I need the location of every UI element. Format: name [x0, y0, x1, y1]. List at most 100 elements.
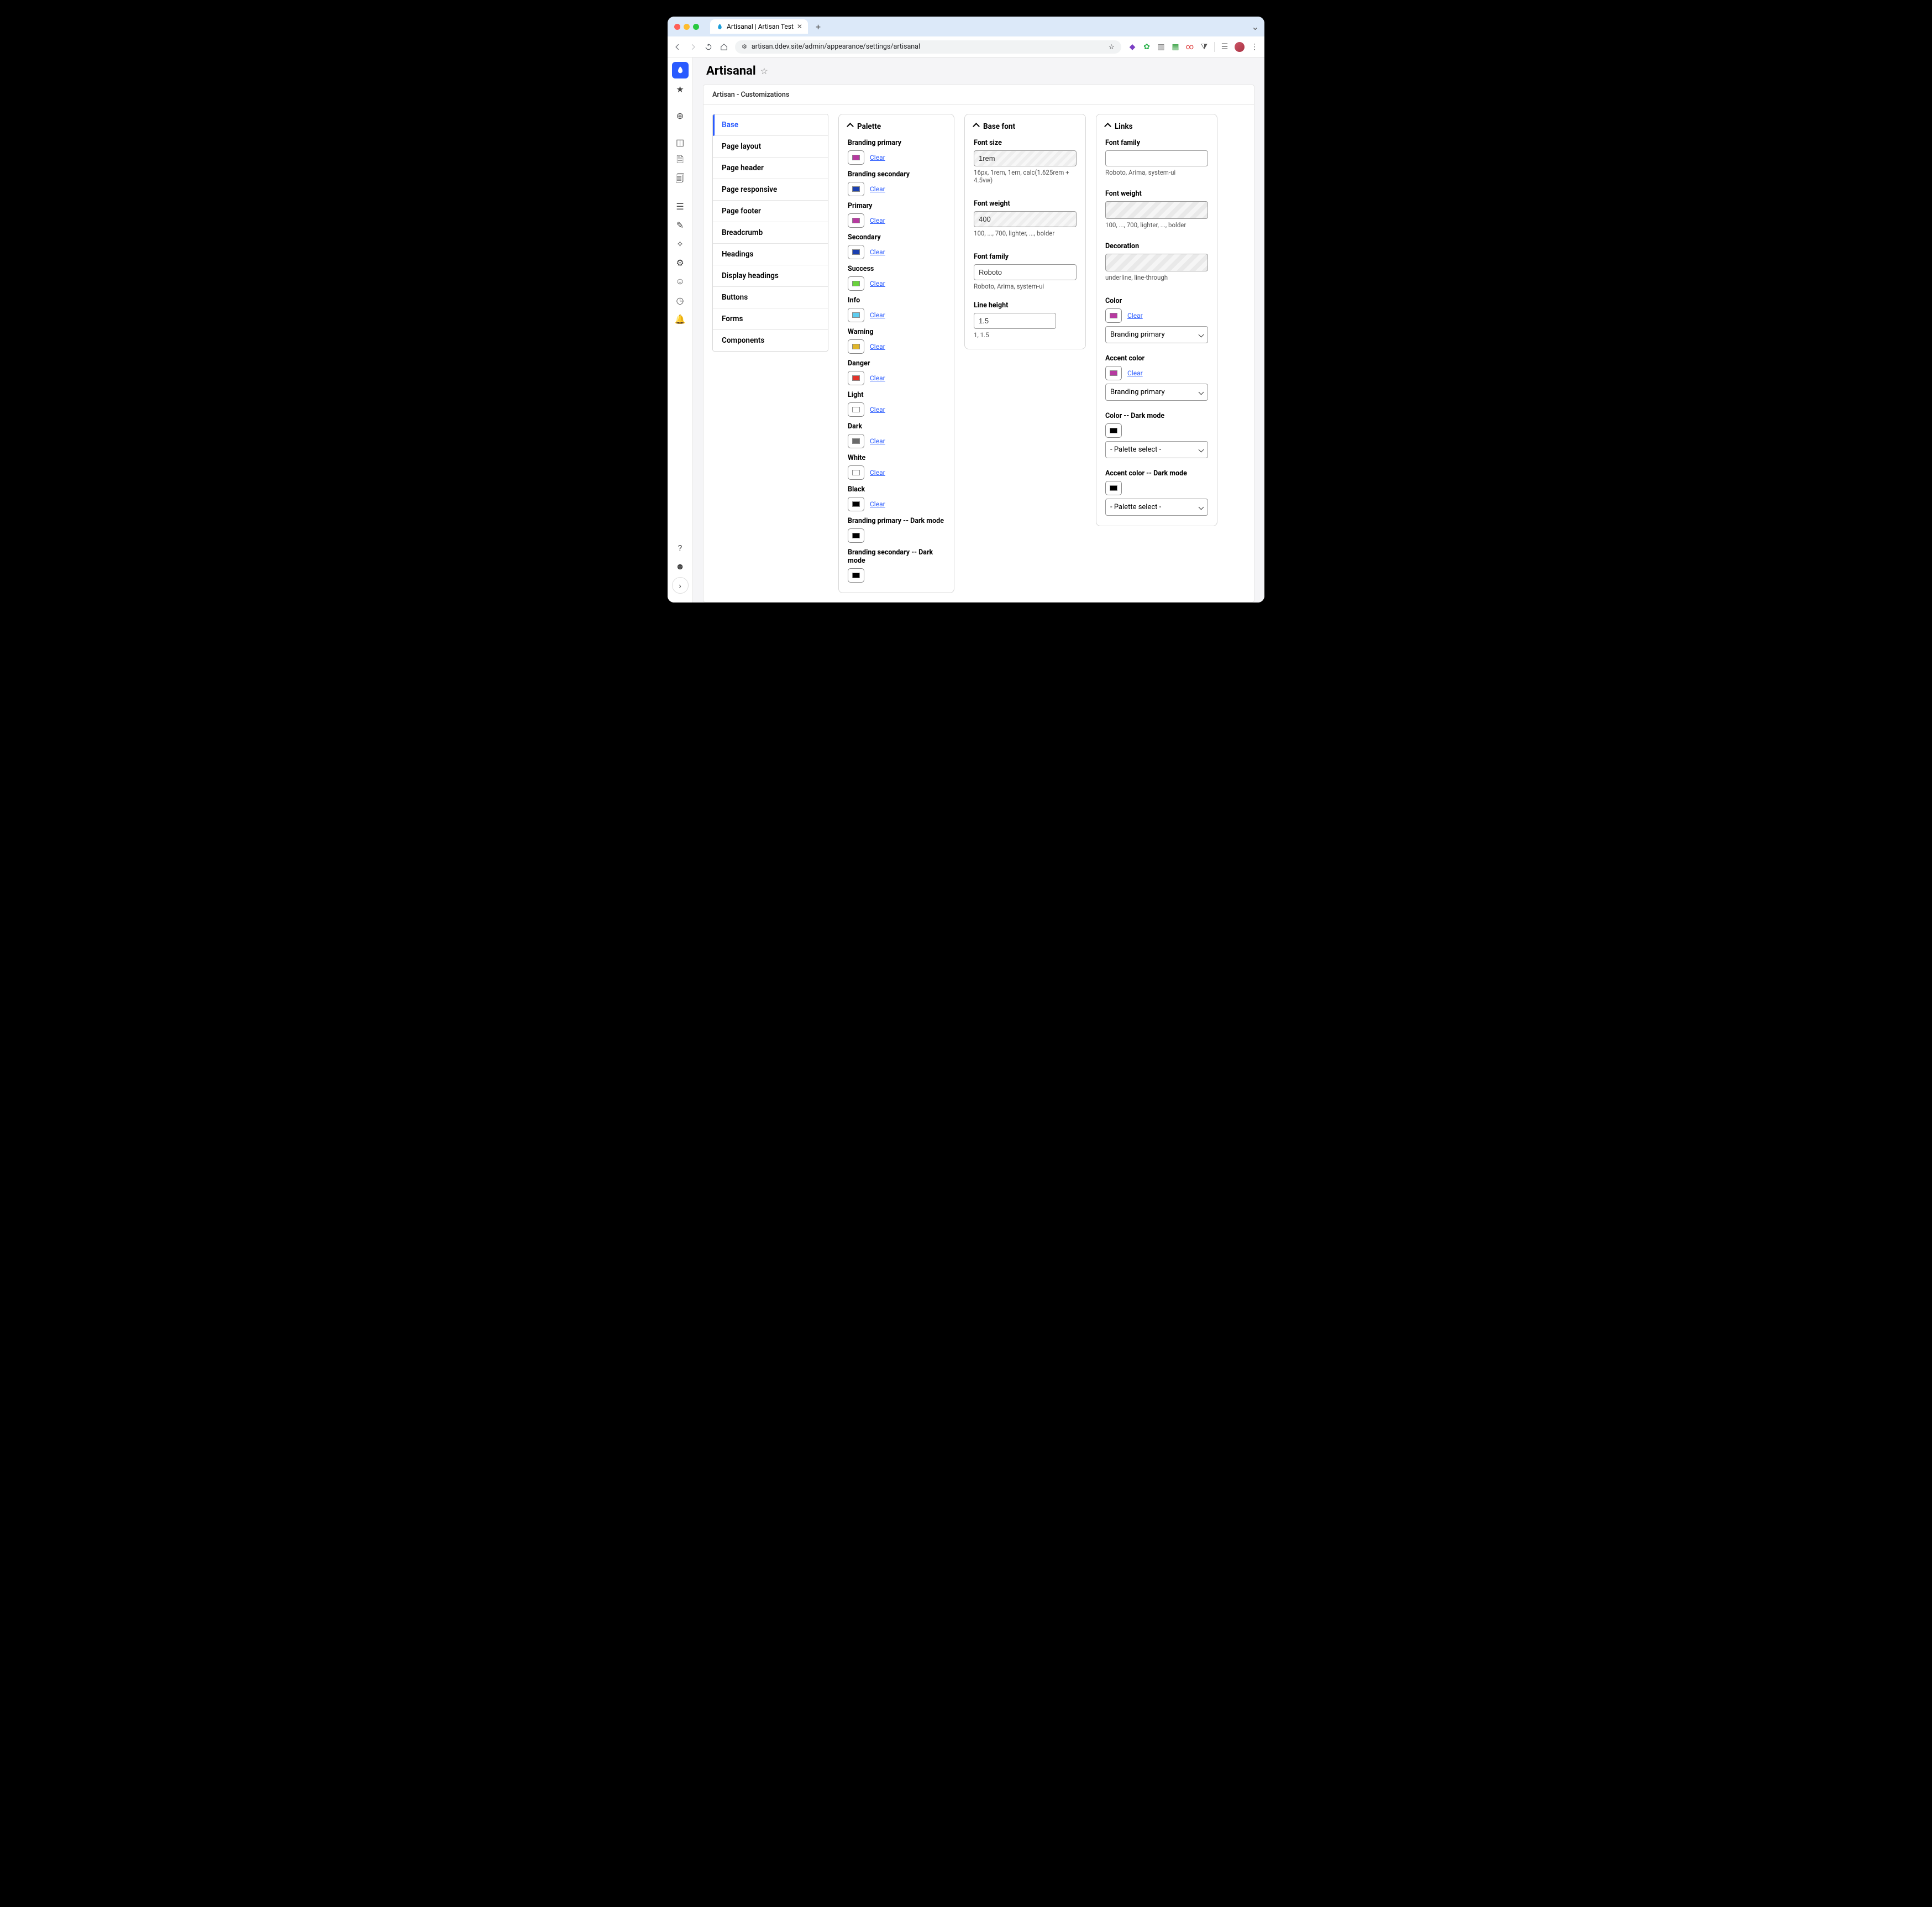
palette-swatch[interactable]: [848, 245, 864, 259]
vtab-components[interactable]: Components: [713, 330, 828, 351]
palette-swatch[interactable]: [848, 308, 864, 322]
palette-swatch[interactable]: [848, 528, 864, 543]
clear-link[interactable]: Clear: [870, 469, 885, 476]
rail-bell-icon[interactable]: 🔔: [672, 311, 689, 327]
clear-link[interactable]: Clear: [870, 437, 885, 445]
palette-swatch[interactable]: [848, 371, 864, 385]
clear-link[interactable]: Clear: [870, 280, 885, 287]
palette-swatch[interactable]: [848, 339, 864, 354]
font-family-label: Font family: [974, 253, 1077, 261]
palette-swatch[interactable]: [848, 568, 864, 583]
links-color-swatch[interactable]: [1105, 308, 1122, 323]
links-accent-dark-swatch[interactable]: [1105, 481, 1122, 495]
address-bar[interactable]: ⚙ artisan.ddev.site/admin/appearance/set…: [735, 40, 1121, 54]
browser-tab[interactable]: Artisanal | Artisan Test ✕: [710, 19, 808, 34]
rail-layers-icon[interactable]: ☰: [672, 198, 689, 214]
vtab-page-footer[interactable]: Page footer: [713, 201, 828, 222]
rail-brush-icon[interactable]: ✎: [672, 217, 689, 233]
rail-add-icon[interactable]: ⊕: [672, 107, 689, 124]
vtab-page-layout[interactable]: Page layout: [713, 136, 828, 158]
vtab-base[interactable]: Base: [713, 114, 828, 136]
tab-close-icon[interactable]: ✕: [797, 23, 802, 30]
clear-link[interactable]: Clear: [1127, 312, 1143, 319]
side-panel-icon[interactable]: ☰: [1220, 43, 1229, 51]
rail-star-icon[interactable]: ★: [672, 81, 689, 97]
clear-link[interactable]: Clear: [870, 154, 885, 161]
vtab-display-headings[interactable]: Display headings: [713, 265, 828, 287]
rail-account-icon[interactable]: ☻: [672, 558, 689, 575]
extensions-menu-icon[interactable]: ⧩: [1200, 43, 1209, 51]
rail-puzzle-icon[interactable]: ✧: [672, 235, 689, 252]
extension-icon[interactable]: ▦: [1171, 43, 1180, 51]
rail-drupal-icon[interactable]: [672, 62, 689, 78]
clear-link[interactable]: Clear: [870, 185, 885, 193]
window-minimize[interactable]: [684, 24, 690, 30]
rail-page-icon[interactable]: 🗎: [672, 153, 689, 169]
tab-dropdown-icon[interactable]: ⌄: [1252, 22, 1259, 32]
rail-gear-icon[interactable]: ⚙: [672, 254, 689, 271]
extension-icon[interactable]: ◆: [1128, 43, 1137, 51]
window-close[interactable]: [674, 24, 680, 30]
links-font-weight-input[interactable]: [1105, 201, 1208, 219]
nav-home-icon[interactable]: [720, 43, 728, 51]
palette-swatch[interactable]: [848, 276, 864, 291]
rail-help-icon[interactable]: ?: [672, 539, 689, 556]
font-size-input[interactable]: [974, 150, 1077, 166]
links-font-family-input[interactable]: [1105, 150, 1208, 166]
links-color-dark-swatch[interactable]: [1105, 423, 1122, 438]
links-accent-dark-select[interactable]: - Palette select -: [1105, 499, 1208, 516]
clear-link[interactable]: Clear: [870, 311, 885, 319]
bookmark-star-icon[interactable]: ☆: [1109, 43, 1115, 51]
rail-users-icon[interactable]: ☺: [672, 273, 689, 290]
links-accent-swatch[interactable]: [1105, 366, 1122, 380]
clear-link[interactable]: Clear: [870, 374, 885, 382]
page-favorite-icon[interactable]: ☆: [760, 66, 768, 76]
palette-swatch[interactable]: [848, 182, 864, 196]
vtab-page-header[interactable]: Page header: [713, 158, 828, 179]
vtab-headings[interactable]: Headings: [713, 244, 828, 265]
font-weight-input[interactable]: [974, 211, 1077, 227]
nav-reload-icon[interactable]: [704, 43, 713, 51]
vtab-breadcrumb[interactable]: Breadcrumb: [713, 222, 828, 244]
window-zoom[interactable]: [693, 24, 699, 30]
rail-box-icon[interactable]: ◫: [672, 134, 689, 150]
rail-doc-icon[interactable]: 🗐: [672, 171, 689, 188]
vtab-forms[interactable]: Forms: [713, 308, 828, 330]
clear-link[interactable]: Clear: [870, 343, 885, 350]
links-accent-select[interactable]: Branding primary: [1105, 384, 1208, 401]
chrome-menu-icon[interactable]: ⋮: [1250, 43, 1259, 51]
extension-icon[interactable]: ▥: [1157, 43, 1166, 51]
vtab-buttons[interactable]: Buttons: [713, 287, 828, 308]
clear-link[interactable]: Clear: [1127, 369, 1143, 377]
extension-icon[interactable]: ∞: [1185, 43, 1194, 51]
clear-link[interactable]: Clear: [870, 500, 885, 508]
rail-collapse-icon[interactable]: ›: [672, 577, 689, 594]
palette-swatch[interactable]: [848, 150, 864, 165]
browser-chrome: Artisanal | Artisan Test ✕ + ⌄ ⚙ artisan…: [668, 17, 1264, 57]
links-color-dark-select[interactable]: - Palette select -: [1105, 441, 1208, 458]
links-color-select[interactable]: Branding primary: [1105, 326, 1208, 343]
extension-icon[interactable]: ✿: [1142, 43, 1151, 51]
links-decoration-input[interactable]: [1105, 254, 1208, 271]
font-family-input[interactable]: [974, 264, 1077, 280]
clear-link[interactable]: Clear: [870, 248, 885, 256]
clear-link[interactable]: Clear: [870, 406, 885, 413]
site-info-icon[interactable]: ⚙: [742, 43, 747, 50]
palette-swatch[interactable]: [848, 213, 864, 228]
basefont-card-toggle[interactable]: Base font: [974, 122, 1077, 131]
vtab-page-responsive[interactable]: Page responsive: [713, 179, 828, 201]
palette-swatch[interactable]: [848, 434, 864, 448]
palette-swatch[interactable]: [848, 465, 864, 480]
links-card-toggle[interactable]: Links: [1105, 122, 1208, 131]
palette-swatch[interactable]: [848, 402, 864, 417]
clear-link[interactable]: Clear: [870, 217, 885, 224]
profile-avatar[interactable]: [1235, 42, 1245, 52]
nav-back-icon[interactable]: [673, 43, 682, 51]
nav-forward-icon[interactable]: [689, 43, 697, 51]
line-height-input[interactable]: [974, 313, 1056, 329]
chevron-up-icon: [848, 122, 853, 131]
rail-clock-icon[interactable]: ◷: [672, 292, 689, 308]
palette-card-toggle[interactable]: Palette: [848, 122, 945, 131]
new-tab-button[interactable]: +: [816, 22, 821, 32]
palette-swatch[interactable]: [848, 497, 864, 511]
